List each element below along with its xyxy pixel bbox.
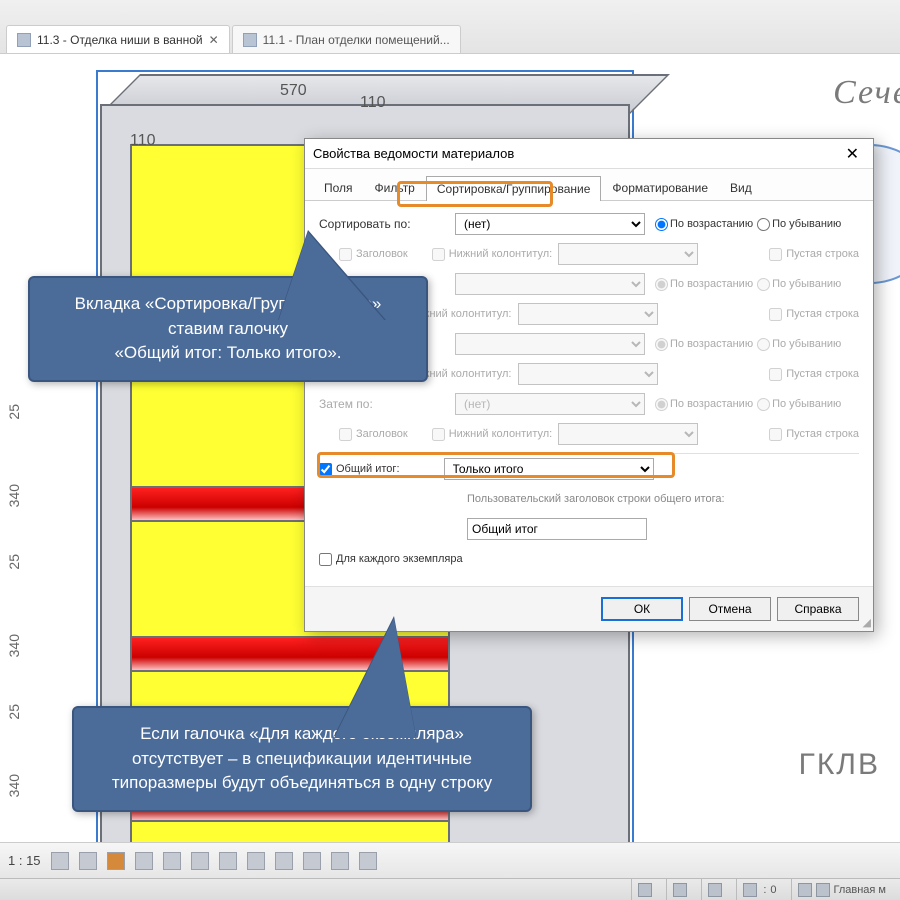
then-by-select-4: (нет) bbox=[455, 393, 645, 415]
radio-descending: По убыванию bbox=[757, 398, 841, 411]
dim-label: 340 bbox=[6, 484, 22, 507]
tab-formatting[interactable]: Форматирование bbox=[601, 175, 719, 200]
cancel-button[interactable]: Отмена bbox=[689, 597, 771, 621]
lock-icon[interactable] bbox=[247, 852, 265, 870]
dim-label: 25 bbox=[6, 704, 22, 720]
dialog-tabs: Поля Фильтр Сортировка/Группирование Фор… bbox=[305, 169, 873, 201]
blank-line-checkbox: Пустая строка bbox=[769, 248, 859, 261]
doc-tab-inactive[interactable]: 11.1 - План отделки помещений... bbox=[232, 25, 461, 53]
blank-line-checkbox: Пустая строка bbox=[769, 428, 859, 441]
tab-appearance[interactable]: Вид bbox=[719, 175, 763, 200]
dialog-title-text: Свойства ведомости материалов bbox=[313, 146, 514, 161]
link-icon[interactable] bbox=[743, 883, 757, 897]
model-icon-2[interactable] bbox=[816, 883, 830, 897]
then-by-label: Затем по: bbox=[319, 397, 449, 411]
constraints-icon[interactable] bbox=[359, 852, 377, 870]
dim-label: 570 bbox=[280, 82, 307, 100]
model-icon[interactable] bbox=[798, 883, 812, 897]
doc-tab-label: 11.3 - Отделка ниши в ванной bbox=[37, 33, 203, 47]
doc-tab-active[interactable]: 11.3 - Отделка ниши в ванной ✕ bbox=[6, 25, 230, 53]
document-tabs: 11.3 - Отделка ниши в ванной ✕ 11.1 - Пл… bbox=[0, 0, 900, 54]
grand-total-select[interactable]: Только итого bbox=[444, 458, 654, 480]
callout-line: типоразмеры будут объединяться в одну ст… bbox=[96, 771, 508, 796]
rendering-icon[interactable] bbox=[163, 852, 181, 870]
crop-region-icon[interactable] bbox=[219, 852, 237, 870]
custom-title-label: Пользовательский заголовок строки общего… bbox=[467, 493, 725, 505]
tab-fields[interactable]: Поля bbox=[313, 175, 364, 200]
footer-checkbox: Нижний колонтитул: bbox=[432, 428, 553, 441]
sort-by-label: Сортировать по: bbox=[319, 217, 449, 231]
resize-grip-icon[interactable]: ◢ bbox=[863, 616, 871, 629]
help-button[interactable]: Справка bbox=[777, 597, 859, 621]
footer-select bbox=[558, 243, 698, 265]
blank-line-checkbox: Пустая строка bbox=[769, 308, 859, 321]
reveal-hidden-icon[interactable] bbox=[303, 852, 321, 870]
tab-sorting-grouping[interactable]: Сортировка/Группирование bbox=[426, 176, 602, 201]
callout-line: «Общий итог: Только итого». bbox=[52, 341, 404, 366]
footer-select bbox=[518, 303, 658, 325]
radio-ascending: По возрастанию bbox=[655, 338, 753, 351]
dim-label: 110 bbox=[360, 94, 386, 112]
footer-select bbox=[518, 363, 658, 385]
blank-line-checkbox: Пустая строка bbox=[769, 368, 859, 381]
close-icon[interactable]: ✕ bbox=[840, 144, 865, 164]
header-checkbox: Заголовок bbox=[339, 428, 408, 441]
dim-label: 110 bbox=[130, 132, 156, 150]
callout-top: Вкладка «Сортировка/Группирование» стави… bbox=[28, 276, 428, 382]
radio-ascending: По возрастанию bbox=[655, 278, 753, 291]
select-icon[interactable] bbox=[638, 883, 652, 897]
mode-label: Главная м bbox=[834, 884, 887, 896]
dialog-body: Сортировать по: (нет) По возрастанию По … bbox=[305, 201, 873, 586]
close-icon[interactable]: ✕ bbox=[209, 33, 219, 47]
callout-line: Если галочка «Для каждого экземпляра» bbox=[96, 722, 508, 747]
count-value: 0 bbox=[770, 884, 776, 896]
footer-select bbox=[558, 423, 698, 445]
shadows-icon[interactable] bbox=[135, 852, 153, 870]
sort-by-select-1[interactable]: (нет) bbox=[455, 213, 645, 235]
crop-icon[interactable] bbox=[191, 852, 209, 870]
grand-total-checkbox[interactable]: Общий итог: bbox=[319, 463, 400, 476]
footer-checkbox: Нижний колонтитул: bbox=[432, 248, 553, 261]
status-bar: : 0 Главная м bbox=[0, 878, 900, 900]
doc-tab-label: 11.1 - План отделки помещений... bbox=[263, 33, 450, 47]
dim-label: 340 bbox=[6, 774, 22, 797]
section-title: Сече bbox=[833, 74, 900, 112]
tab-filter[interactable]: Фильтр bbox=[364, 175, 426, 200]
radio-ascending[interactable]: По возрастанию bbox=[655, 218, 753, 231]
dialog-titlebar[interactable]: Свойства ведомости материалов ✕ bbox=[305, 139, 873, 169]
temp-hide-icon[interactable] bbox=[275, 852, 293, 870]
schedule-properties-dialog: Свойства ведомости материалов ✕ Поля Фил… bbox=[304, 138, 874, 632]
custom-title-input[interactable] bbox=[467, 518, 647, 540]
scale-value[interactable]: 1 : 15 bbox=[8, 853, 41, 868]
material-label: ГКЛВ bbox=[799, 748, 880, 782]
filter-icon[interactable] bbox=[673, 883, 687, 897]
editable-icon[interactable] bbox=[708, 883, 722, 897]
callout-bottom: Если галочка «Для каждого экземпляра» от… bbox=[72, 706, 532, 812]
per-instance-checkbox[interactable]: Для каждого экземпляра bbox=[319, 553, 463, 566]
radio-descending: По убыванию bbox=[757, 278, 841, 291]
dim-label: 340 bbox=[6, 634, 22, 657]
then-by-select-3 bbox=[455, 333, 645, 355]
sheet-icon bbox=[243, 33, 257, 47]
dim-label: 25 bbox=[6, 554, 22, 570]
sun-path-icon[interactable] bbox=[107, 852, 125, 870]
sheet-icon bbox=[17, 33, 31, 47]
radio-ascending: По возрастанию bbox=[655, 398, 753, 411]
worksharing-icon[interactable] bbox=[331, 852, 349, 870]
view-control-bar: 1 : 15 bbox=[0, 842, 900, 878]
visual-style-icon[interactable] bbox=[79, 852, 97, 870]
radio-descending[interactable]: По убыванию bbox=[757, 218, 841, 231]
callout-line: отсутствует – в спецификации идентичные bbox=[96, 747, 508, 772]
then-by-select-2 bbox=[455, 273, 645, 295]
radio-descending: По убыванию bbox=[757, 338, 841, 351]
ok-button[interactable]: ОК bbox=[601, 597, 683, 621]
detail-level-icon[interactable] bbox=[51, 852, 69, 870]
dim-label: 25 bbox=[6, 404, 22, 420]
